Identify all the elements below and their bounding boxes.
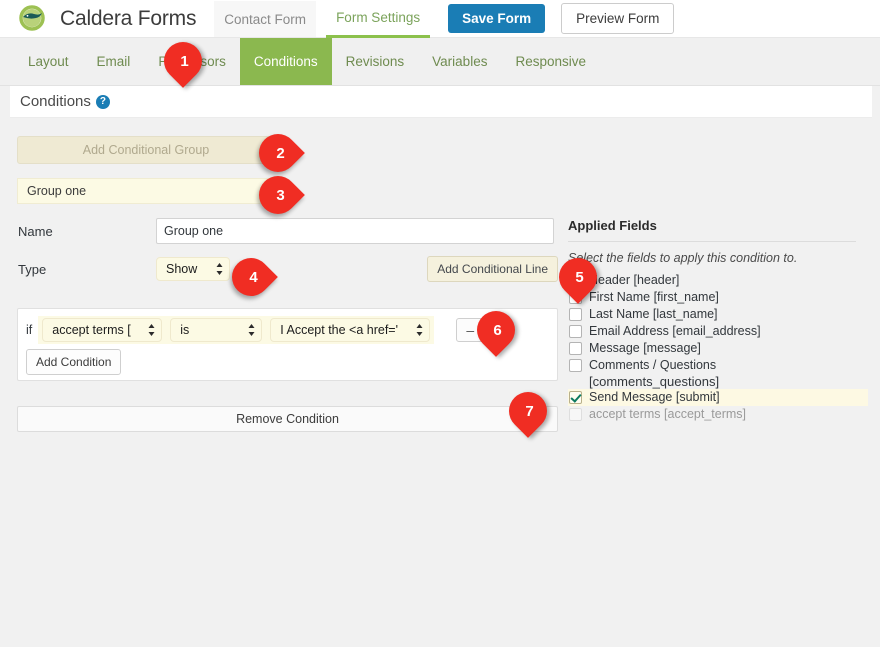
field-label: First Name [first_name] — [589, 289, 719, 306]
field-label: Comments / Questions — [589, 357, 716, 374]
condition-field-select[interactable]: accept terms [ — [42, 318, 162, 342]
field-label: accept terms [accept_terms] — [589, 406, 746, 423]
condition-type-select[interactable]: Show — [156, 257, 230, 281]
top-nav-contact-form[interactable]: Contact Form — [214, 1, 316, 37]
tab-layout[interactable]: Layout — [14, 38, 83, 85]
field-row[interactable]: Message [message] — [568, 340, 868, 357]
condition-value-select[interactable]: I Accept the <a href=' — [270, 318, 430, 342]
add-conditional-group-button[interactable]: Add Conditional Group — [17, 136, 275, 164]
condition-type-value: Show — [166, 262, 197, 276]
field-checkbox[interactable] — [569, 391, 582, 404]
field-checkbox[interactable] — [569, 308, 582, 321]
applied-fields-title: Applied Fields — [568, 218, 856, 242]
field-row: accept terms [accept_terms] — [568, 406, 868, 423]
field-checkbox[interactable] — [569, 291, 582, 304]
tab-processors[interactable]: Processors — [144, 38, 240, 85]
updown-caret-icon — [415, 323, 424, 337]
field-label: Last Name [last_name] — [589, 306, 718, 323]
conditions-content: Add Conditional Group Group one Name Typ… — [10, 118, 872, 647]
tab-revisions[interactable]: Revisions — [332, 38, 419, 85]
updown-caret-icon — [215, 262, 224, 276]
field-row[interactable]: Header [header] — [568, 272, 868, 289]
brand-title: Caldera Forms — [60, 7, 196, 31]
field-checkbox[interactable] — [569, 274, 582, 287]
conditional-group-item[interactable]: Group one — [17, 178, 275, 204]
page-title-bar: Conditions ? — [10, 86, 872, 118]
applied-fields-list: Header [header] First Name [first_name] … — [568, 272, 868, 423]
add-condition-button[interactable]: Add Condition — [26, 349, 121, 375]
field-label-continuation: [comments_questions] — [568, 374, 868, 389]
tab-email[interactable]: Email — [83, 38, 145, 85]
condition-field-value: accept terms [ — [52, 323, 131, 337]
condition-name-input[interactable] — [156, 218, 554, 244]
preview-form-button[interactable]: Preview Form — [561, 3, 674, 34]
remove-condition-button[interactable]: Remove Condition — [17, 406, 558, 432]
condition-line-controls: accept terms [ is I Accept the <a href=' — [38, 316, 434, 344]
condition-config: Name Type Show Add Conditional Line — [10, 218, 558, 294]
name-label: Name — [10, 224, 156, 239]
page-title: Conditions — [20, 93, 91, 110]
field-checkbox[interactable] — [569, 359, 582, 372]
applied-fields-panel: Applied Fields Select the fields to appl… — [568, 218, 868, 423]
name-row: Name — [10, 218, 558, 244]
field-label: Send Message [submit] — [589, 389, 720, 406]
condition-operator-select[interactable]: is — [170, 318, 262, 342]
updown-caret-icon — [247, 323, 256, 337]
field-row[interactable]: Last Name [last_name] — [568, 306, 868, 323]
field-label: Header [header] — [589, 272, 679, 289]
field-row[interactable]: Email Address [email_address] — [568, 323, 868, 340]
add-conditional-line-button[interactable]: Add Conditional Line — [427, 256, 558, 282]
form-section-tabs: Layout Email Processors Conditions Revis… — [0, 38, 880, 86]
field-checkbox — [569, 408, 582, 421]
field-label: Message [message] — [589, 340, 701, 357]
tab-responsive[interactable]: Responsive — [501, 38, 600, 85]
condition-operator-value: is — [180, 323, 189, 337]
type-row: Type Show Add Conditional Line — [10, 256, 558, 282]
field-row[interactable]: Comments / Questions — [568, 357, 868, 374]
field-checkbox[interactable] — [569, 325, 582, 338]
question-mark-icon[interactable]: ? — [96, 95, 110, 109]
save-form-button[interactable]: Save Form — [448, 4, 545, 33]
field-checkbox[interactable] — [569, 342, 582, 355]
if-label: if — [26, 323, 32, 337]
tab-conditions[interactable]: Conditions — [240, 38, 332, 85]
caldera-bird-logo-icon — [10, 0, 54, 38]
app-header: Caldera Forms Contact Form Form Settings… — [0, 0, 880, 38]
condition-lines-box: if accept terms [ is I — [17, 308, 558, 381]
field-row[interactable]: Send Message [submit] — [568, 389, 868, 406]
type-label: Type — [10, 262, 156, 277]
top-nav-form-settings[interactable]: Form Settings — [326, 0, 430, 38]
remove-conditional-line-button[interactable]: – — [456, 318, 484, 342]
applied-fields-help: Select the fields to apply this conditio… — [568, 251, 868, 265]
condition-line-row: if accept terms [ is I — [26, 316, 484, 344]
field-label: Email Address [email_address] — [589, 323, 761, 340]
updown-caret-icon — [147, 323, 156, 337]
tab-variables[interactable]: Variables — [418, 38, 501, 85]
field-row[interactable]: First Name [first_name] — [568, 289, 868, 306]
condition-value-value: I Accept the <a href=' — [280, 323, 398, 337]
